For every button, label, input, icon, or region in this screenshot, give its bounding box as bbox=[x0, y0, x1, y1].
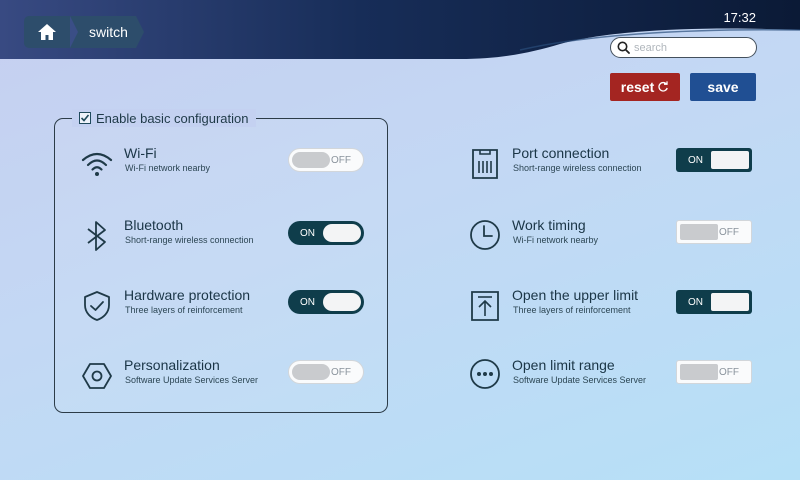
setting-subtitle: Wi-Fi network nearby bbox=[513, 235, 599, 245]
setting-row-wifi: Wi-Fi Wi-Fi network nearby OFF bbox=[80, 145, 365, 185]
work-timing-toggle[interactable]: OFF bbox=[676, 220, 752, 244]
toggle-state: ON bbox=[300, 296, 315, 308]
home-icon bbox=[38, 24, 56, 40]
toggle-state: ON bbox=[688, 154, 703, 166]
hexagon-icon bbox=[82, 363, 112, 389]
check-icon bbox=[80, 114, 90, 122]
wifi-icon bbox=[81, 152, 113, 176]
search-icon bbox=[617, 41, 630, 54]
basic-config-legend: Enable basic configuration bbox=[72, 109, 256, 127]
clock: 17:32 bbox=[723, 10, 756, 25]
toggle-knob bbox=[711, 151, 749, 169]
setting-title: Open limit range bbox=[512, 357, 615, 373]
setting-row-limit-range: Open limit range Software Update Service… bbox=[468, 357, 753, 397]
refresh-icon bbox=[658, 81, 669, 92]
setting-row-bluetooth: Bluetooth Short-range wireless connectio… bbox=[80, 217, 365, 257]
setting-subtitle: Short-range wireless connection bbox=[513, 163, 642, 173]
shield-icon bbox=[84, 291, 110, 321]
breadcrumb-label: switch bbox=[89, 24, 128, 40]
setting-row-upper-limit: Open the upper limit Three layers of rei… bbox=[468, 287, 753, 327]
more-icon bbox=[470, 359, 500, 389]
enable-config-label: Enable basic configuration bbox=[96, 110, 249, 126]
hardware-protection-toggle[interactable]: ON bbox=[288, 290, 364, 314]
toggle-state: ON bbox=[300, 227, 315, 239]
clock-icon bbox=[470, 220, 500, 250]
setting-title: Port connection bbox=[512, 145, 610, 161]
setting-subtitle: Three layers of reinforcement bbox=[513, 305, 631, 315]
setting-subtitle: Short-range wireless connection bbox=[125, 235, 254, 245]
setting-row-port-connection: Port connection Short-range wireless con… bbox=[468, 145, 753, 185]
reset-label: reset bbox=[620, 79, 655, 95]
ethernet-port-icon bbox=[472, 149, 498, 179]
toggle-state: ON bbox=[688, 296, 703, 308]
home-button[interactable] bbox=[24, 16, 78, 48]
setting-title: Wi-Fi bbox=[124, 145, 157, 161]
setting-title: Hardware protection bbox=[124, 287, 251, 303]
setting-title: Bluetooth bbox=[124, 217, 184, 233]
save-label: save bbox=[707, 79, 739, 95]
toggle-knob bbox=[680, 364, 718, 380]
upper-limit-toggle[interactable]: ON bbox=[676, 290, 752, 314]
toggle-knob bbox=[323, 293, 361, 311]
toggle-knob bbox=[323, 224, 361, 242]
setting-row-work-timing: Work timing Wi-Fi network nearby OFF bbox=[468, 217, 753, 257]
setting-subtitle: Wi-Fi network nearby bbox=[125, 163, 211, 173]
limit-range-toggle[interactable]: OFF bbox=[676, 360, 752, 384]
toggle-knob bbox=[711, 293, 749, 311]
setting-subtitle: Three layers of reinforcement bbox=[125, 305, 243, 315]
personalization-toggle[interactable]: OFF bbox=[288, 360, 364, 384]
setting-row-personalization: Personalization Software Update Services… bbox=[80, 357, 365, 397]
search-box[interactable] bbox=[610, 37, 757, 58]
setting-title: Work timing bbox=[512, 217, 586, 233]
setting-title: Personalization bbox=[124, 357, 220, 373]
wifi-toggle[interactable]: OFF bbox=[288, 148, 364, 172]
toggle-knob bbox=[292, 152, 330, 168]
setting-title: Open the upper limit bbox=[512, 287, 639, 303]
toggle-knob bbox=[680, 224, 718, 240]
setting-subtitle: Software Update Services Server bbox=[125, 375, 259, 385]
port-connection-toggle[interactable]: ON bbox=[676, 148, 752, 172]
bluetooth-toggle[interactable]: ON bbox=[288, 221, 364, 245]
toggle-state: OFF bbox=[719, 226, 739, 238]
setting-row-hardware-protection: Hardware protection Three layers of rein… bbox=[80, 287, 365, 327]
toggle-state: OFF bbox=[331, 154, 351, 166]
toggle-knob bbox=[292, 364, 330, 380]
setting-subtitle: Software Update Services Server bbox=[513, 375, 647, 385]
upload-icon bbox=[471, 291, 499, 321]
breadcrumb-switch[interactable]: switch bbox=[70, 16, 144, 48]
bluetooth-icon bbox=[87, 221, 106, 251]
toggle-state: OFF bbox=[719, 366, 739, 378]
search-input[interactable] bbox=[634, 41, 749, 54]
reset-button[interactable]: reset bbox=[610, 73, 680, 101]
enable-config-checkbox[interactable] bbox=[79, 112, 91, 124]
toggle-state: OFF bbox=[331, 366, 351, 378]
save-button[interactable]: save bbox=[690, 73, 756, 101]
